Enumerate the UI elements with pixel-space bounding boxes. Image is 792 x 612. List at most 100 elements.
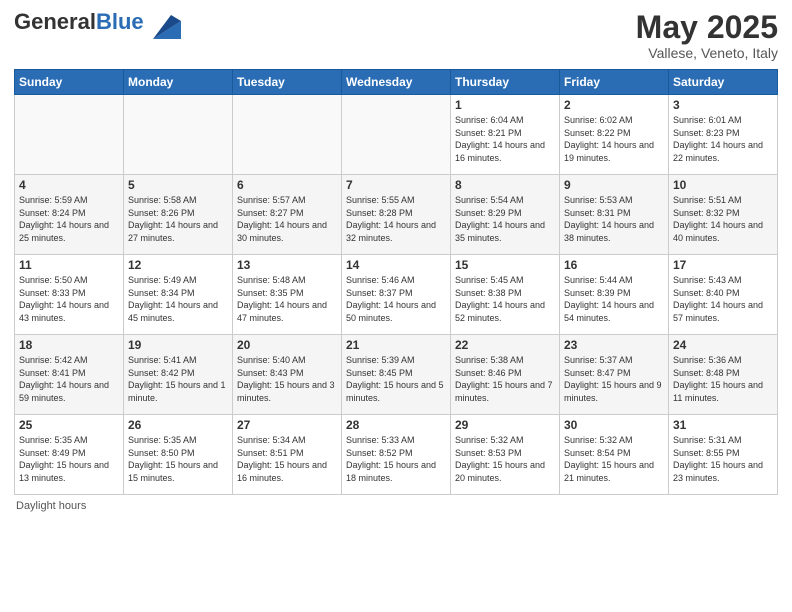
calendar-week-row: 18 Sunrise: 5:42 AMSunset: 8:41 PMDayligh…	[15, 335, 778, 415]
day-info: Sunrise: 5:40 AMSunset: 8:43 PMDaylight:…	[237, 355, 335, 403]
day-info: Sunrise: 5:51 AMSunset: 8:32 PMDaylight:…	[673, 195, 763, 243]
header: GeneralBlue May 2025 Vallese, Veneto, It…	[14, 10, 778, 61]
calendar-week-row: 11 Sunrise: 5:50 AMSunset: 8:33 PMDayligh…	[15, 255, 778, 335]
day-info: Sunrise: 5:33 AMSunset: 8:52 PMDaylight:…	[346, 435, 436, 483]
day-number: 29	[455, 418, 555, 432]
table-row: 20Sunrise: 5:40 AMSunset: 8:43 PMDayligh…	[233, 335, 342, 415]
day-number: 2	[564, 98, 664, 112]
day-number: 11	[19, 258, 119, 272]
table-row: 2 Sunrise: 6:02 AMSunset: 8:22 PMDaylight…	[560, 95, 669, 175]
day-number: 10	[673, 178, 773, 192]
logo: GeneralBlue	[14, 10, 181, 39]
day-info: Sunrise: 5:41 AMSunset: 8:42 PMDaylight:…	[128, 355, 226, 403]
day-number: 16	[564, 258, 664, 272]
day-info: Sunrise: 5:35 AMSunset: 8:50 PMDaylight:…	[128, 435, 218, 483]
day-info: Sunrise: 5:44 AMSunset: 8:39 PMDaylight:…	[564, 275, 654, 323]
day-number: 21	[346, 338, 446, 352]
day-info: Sunrise: 6:04 AMSunset: 8:21 PMDaylight:…	[455, 115, 545, 163]
day-number: 15	[455, 258, 555, 272]
table-row: 4Sunrise: 5:59 AMSunset: 8:24 PMDaylight…	[15, 175, 124, 255]
day-number: 30	[564, 418, 664, 432]
day-number: 6	[237, 178, 337, 192]
table-row: 27 Sunrise: 5:34 AMSunset: 8:51 PMDayligh…	[233, 415, 342, 495]
table-row: 24Sunrise: 5:36 AMSunset: 8:48 PMDayligh…	[669, 335, 778, 415]
title-block: May 2025 Vallese, Veneto, Italy	[636, 10, 778, 61]
month-title: May 2025	[636, 10, 778, 45]
day-info: Sunrise: 5:46 AMSunset: 8:37 PMDaylight:…	[346, 275, 436, 323]
col-thursday: Thursday	[451, 70, 560, 95]
day-number: 23	[564, 338, 664, 352]
table-row: 1 Sunrise: 6:04 AMSunset: 8:21 PMDaylight…	[451, 95, 560, 175]
day-number: 5	[128, 178, 228, 192]
table-row: 25 Sunrise: 5:35 AMSunset: 8:49 PMDayligh…	[15, 415, 124, 495]
table-row	[124, 95, 233, 175]
page: GeneralBlue May 2025 Vallese, Veneto, It…	[0, 0, 792, 522]
day-number: 24	[673, 338, 773, 352]
day-info: Sunrise: 6:01 AMSunset: 8:23 PMDaylight:…	[673, 115, 763, 163]
table-row: 31 Sunrise: 5:31 AMSunset: 8:55 PMDayligh…	[669, 415, 778, 495]
table-row: 23 Sunrise: 5:37 AMSunset: 8:47 PMDayligh…	[560, 335, 669, 415]
table-row: 26Sunrise: 5:35 AMSunset: 8:50 PMDayligh…	[124, 415, 233, 495]
day-info: Sunrise: 5:50 AMSunset: 8:33 PMDaylight:…	[19, 275, 109, 323]
table-row: 21 Sunrise: 5:39 AMSunset: 8:45 PMDayligh…	[342, 335, 451, 415]
day-info: Sunrise: 5:35 AMSunset: 8:49 PMDaylight:…	[19, 435, 109, 483]
col-friday: Friday	[560, 70, 669, 95]
logo-blue-text: Blue	[96, 9, 144, 34]
day-info: Sunrise: 5:49 AMSunset: 8:34 PMDaylight:…	[128, 275, 218, 323]
day-number: 31	[673, 418, 773, 432]
day-info: Sunrise: 5:32 AMSunset: 8:53 PMDaylight:…	[455, 435, 545, 483]
day-info: Sunrise: 6:02 AMSunset: 8:22 PMDaylight:…	[564, 115, 654, 163]
table-row: 14 Sunrise: 5:46 AMSunset: 8:37 PMDayligh…	[342, 255, 451, 335]
day-info: Sunrise: 5:42 AMSunset: 8:41 PMDaylight:…	[19, 355, 109, 403]
logo-icon	[153, 11, 181, 39]
table-row: 18 Sunrise: 5:42 AMSunset: 8:41 PMDayligh…	[15, 335, 124, 415]
day-info: Sunrise: 5:48 AMSunset: 8:35 PMDaylight:…	[237, 275, 327, 323]
table-row	[15, 95, 124, 175]
day-info: Sunrise: 5:32 AMSunset: 8:54 PMDaylight:…	[564, 435, 654, 483]
day-info: Sunrise: 5:39 AMSunset: 8:45 PMDaylight:…	[346, 355, 444, 403]
day-info: Sunrise: 5:58 AMSunset: 8:26 PMDaylight:…	[128, 195, 218, 243]
day-info: Sunrise: 5:43 AMSunset: 8:40 PMDaylight:…	[673, 275, 763, 323]
day-info: Sunrise: 5:45 AMSunset: 8:38 PMDaylight:…	[455, 275, 545, 323]
table-row: 16 Sunrise: 5:44 AMSunset: 8:39 PMDayligh…	[560, 255, 669, 335]
table-row: 30 Sunrise: 5:32 AMSunset: 8:54 PMDayligh…	[560, 415, 669, 495]
table-row: 7 Sunrise: 5:55 AMSunset: 8:28 PMDaylight…	[342, 175, 451, 255]
table-row: 11 Sunrise: 5:50 AMSunset: 8:33 PMDayligh…	[15, 255, 124, 335]
day-info: Sunrise: 5:55 AMSunset: 8:28 PMDaylight:…	[346, 195, 436, 243]
logo-general-text: General	[14, 9, 96, 34]
calendar-week-row: 4Sunrise: 5:59 AMSunset: 8:24 PMDaylight…	[15, 175, 778, 255]
table-row: 12Sunrise: 5:49 AMSunset: 8:34 PMDayligh…	[124, 255, 233, 335]
day-info: Sunrise: 5:34 AMSunset: 8:51 PMDaylight:…	[237, 435, 327, 483]
day-number: 22	[455, 338, 555, 352]
day-number: 7	[346, 178, 446, 192]
table-row	[342, 95, 451, 175]
day-number: 1	[455, 98, 555, 112]
calendar-week-row: 1 Sunrise: 6:04 AMSunset: 8:21 PMDaylight…	[15, 95, 778, 175]
day-number: 28	[346, 418, 446, 432]
day-number: 25	[19, 418, 119, 432]
col-sunday: Sunday	[15, 70, 124, 95]
day-number: 14	[346, 258, 446, 272]
day-number: 8	[455, 178, 555, 192]
day-number: 27	[237, 418, 337, 432]
day-info: Sunrise: 5:53 AMSunset: 8:31 PMDaylight:…	[564, 195, 654, 243]
calendar-table: Sunday Monday Tuesday Wednesday Thursday…	[14, 69, 778, 495]
calendar-week-row: 25 Sunrise: 5:35 AMSunset: 8:49 PMDayligh…	[15, 415, 778, 495]
table-row: 29 Sunrise: 5:32 AMSunset: 8:53 PMDayligh…	[451, 415, 560, 495]
day-info: Sunrise: 5:38 AMSunset: 8:46 PMDaylight:…	[455, 355, 553, 403]
table-row: 28 Sunrise: 5:33 AMSunset: 8:52 PMDayligh…	[342, 415, 451, 495]
day-number: 9	[564, 178, 664, 192]
day-info: Sunrise: 5:57 AMSunset: 8:27 PMDaylight:…	[237, 195, 327, 243]
table-row: 6 Sunrise: 5:57 AMSunset: 8:27 PMDaylight…	[233, 175, 342, 255]
day-number: 18	[19, 338, 119, 352]
calendar-header-row: Sunday Monday Tuesday Wednesday Thursday…	[15, 70, 778, 95]
col-wednesday: Wednesday	[342, 70, 451, 95]
table-row: 8Sunrise: 5:54 AMSunset: 8:29 PMDaylight…	[451, 175, 560, 255]
location-subtitle: Vallese, Veneto, Italy	[636, 45, 778, 61]
day-info: Sunrise: 5:31 AMSunset: 8:55 PMDaylight:…	[673, 435, 763, 483]
col-saturday: Saturday	[669, 70, 778, 95]
table-row: 15 Sunrise: 5:45 AMSunset: 8:38 PMDayligh…	[451, 255, 560, 335]
day-number: 13	[237, 258, 337, 272]
day-info: Sunrise: 5:37 AMSunset: 8:47 PMDaylight:…	[564, 355, 662, 403]
day-number: 19	[128, 338, 228, 352]
